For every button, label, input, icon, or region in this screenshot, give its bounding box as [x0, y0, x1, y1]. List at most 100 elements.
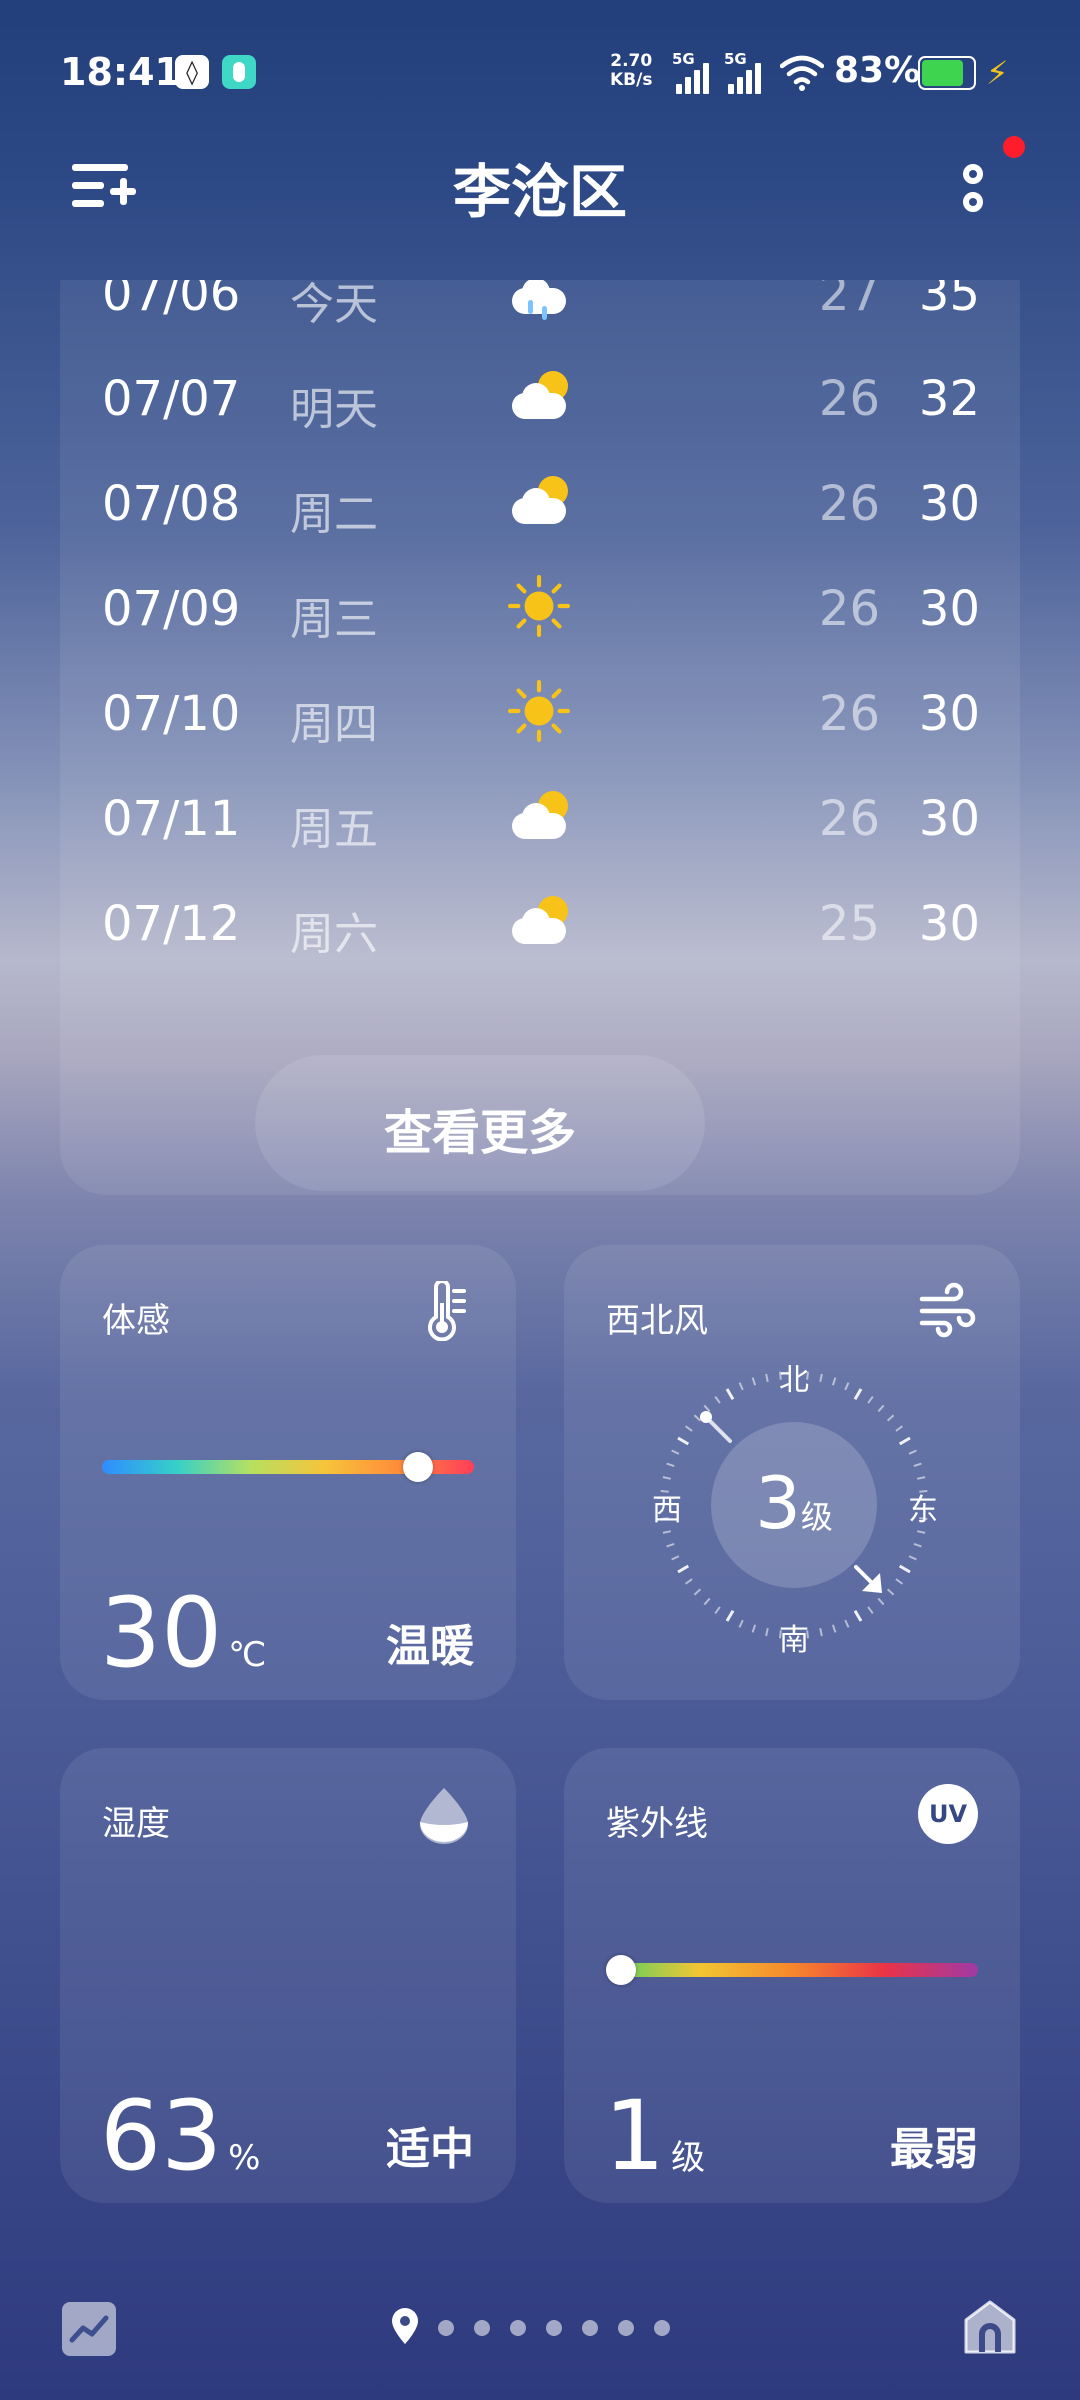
signal-icon-sim2: 5G [724, 50, 768, 94]
status-bar: 18:41 ◊ 2.70 KB/s 5G 5G 83% ⚡ [0, 0, 1080, 140]
humidity-card[interactable]: 湿度 63% 适中 [60, 1748, 516, 2203]
forecast-day: 明天 [290, 384, 378, 435]
wind-card[interactable]: 西北风 3级 北 南 东 西 [564, 1245, 1020, 1700]
vpn-icon: ◊ [175, 55, 209, 89]
partly-cloudy-icon [508, 365, 574, 425]
charging-icon: ⚡ [986, 54, 1009, 92]
home-icon[interactable] [962, 2298, 1018, 2356]
thermometer-icon [428, 1281, 466, 1341]
page-title: 李沧区 [452, 158, 627, 226]
network-speed-value: 2.70 [610, 51, 653, 71]
app-notification-icon [222, 55, 256, 89]
forecast-date: 07/12 [102, 896, 241, 952]
forecast-high: 30 [918, 581, 980, 637]
forecast-date: 07/08 [102, 476, 241, 532]
forecast-row[interactable]: 07/10 周四 26 30 [60, 660, 1020, 760]
page-dot[interactable] [618, 2320, 634, 2336]
forecast-date: 07/11 [102, 791, 241, 847]
forecast-high: 30 [918, 686, 980, 742]
forecast-row[interactable]: 07/07 明天 26 32 [60, 345, 1020, 445]
forecast-date: 07/10 [102, 686, 241, 742]
forecast-day: 今天 [290, 280, 378, 330]
partly-cloudy-icon [508, 890, 574, 950]
page-dot[interactable] [510, 2320, 526, 2336]
forecast-low: 26 [818, 686, 880, 742]
forecast-date: 07/07 [102, 371, 241, 427]
precip-probability: 55% [576, 280, 625, 283]
forecast-day: 周六 [290, 909, 378, 960]
forecast-high: 30 [918, 476, 980, 532]
forecast-row[interactable]: 07/08 周二 26 30 [60, 450, 1020, 550]
network-speed: 2.70 KB/s [610, 52, 652, 90]
page-dot[interactable] [546, 2320, 562, 2336]
feels-like-label: 体感 [102, 1301, 170, 1341]
forecast-high: 30 [918, 896, 980, 952]
sunny-icon [508, 575, 574, 638]
forecast-high: 30 [918, 791, 980, 847]
page-dot[interactable] [474, 2320, 490, 2336]
battery-icon [918, 56, 976, 90]
more-options-button[interactable] [958, 150, 998, 230]
forecast-day: 周二 [290, 489, 378, 540]
forecast-low: 26 [818, 476, 880, 532]
sim1-label: 5G [672, 50, 695, 68]
forecast-low: 26 [818, 371, 880, 427]
wind-label: 西北风 [606, 1301, 708, 1341]
feels-like-desc: 温暖 [386, 1621, 474, 1672]
forecast-row[interactable]: 07/11 周五 26 30 [60, 765, 1020, 865]
uv-card[interactable]: 紫外线 UV 1级 最弱 [564, 1748, 1020, 2203]
feels-like-card[interactable]: 体感 30 ℃ 温暖 [60, 1245, 516, 1700]
humidity-unit: % [228, 2138, 261, 2178]
forecast-date: 07/09 [102, 581, 241, 637]
rain-cloud-icon [508, 280, 574, 320]
trend-chart-button[interactable] [62, 2302, 116, 2356]
humidity-value: 63% [100, 2080, 261, 2192]
signal-icon-sim1: 5G [672, 50, 716, 94]
uv-unit: 级 [671, 2138, 706, 2178]
forecast-low: 26 [818, 581, 880, 637]
battery-percent: 83% [834, 50, 921, 91]
wind-compass: 3级 北 南 东 西 [652, 1363, 938, 1658]
humidity-label: 湿度 [102, 1804, 170, 1844]
forecast-low: 26 [818, 791, 880, 847]
forecast-date: 07/06 [102, 280, 241, 322]
uv-bar [606, 1963, 978, 1977]
sunny-icon [508, 680, 574, 743]
forecast-low: 27 [818, 280, 880, 322]
uv-desc: 最弱 [890, 2124, 978, 2175]
feels-like-value: 30 ℃ [100, 1577, 267, 1689]
feels-like-indicator [403, 1452, 434, 1482]
wind-direction-arrow [700, 1411, 882, 1593]
forecast-row[interactable]: 07/06 今天 55% 27 35 [60, 280, 1020, 340]
forecast-low: 25 [818, 896, 880, 952]
uv-indicator [606, 1955, 636, 1985]
forecast-row[interactable]: 07/12 周六 25 30 [60, 870, 1020, 970]
forecast-high: 35 [918, 280, 980, 322]
location-pin-icon [392, 2308, 418, 2344]
wind-icon [919, 1282, 976, 1338]
forecast-row[interactable]: 07/09 周三 26 30 [60, 555, 1020, 655]
sim2-label: 5G [724, 50, 747, 68]
page-dot[interactable] [582, 2320, 598, 2336]
partly-cloudy-icon [508, 785, 574, 845]
uv-icon: UV [918, 1784, 978, 1844]
view-more-button[interactable]: 查看更多 [255, 1055, 705, 1191]
water-drop-icon [420, 1788, 468, 1844]
forecast-day: 周三 [290, 594, 378, 645]
humidity-desc: 适中 [386, 2124, 474, 2175]
status-time: 18:41 [60, 50, 181, 94]
forecast-day: 周五 [290, 804, 378, 855]
uv-label: 紫外线 [606, 1804, 708, 1844]
partly-cloudy-icon [508, 470, 574, 530]
city-manage-button[interactable] [72, 160, 136, 210]
page-dot[interactable] [654, 2320, 670, 2336]
notification-dot [1003, 136, 1025, 158]
forecast-day: 周四 [290, 699, 378, 750]
uv-value: 1级 [604, 2080, 706, 2192]
view-more-label: 查看更多 [383, 1105, 576, 1161]
feels-like-unit: ℃ [228, 1635, 267, 1675]
trend-chart-icon [69, 2315, 109, 2343]
forecast-high: 32 [918, 371, 980, 427]
page-dot[interactable] [438, 2320, 454, 2336]
wifi-icon [780, 55, 824, 91]
